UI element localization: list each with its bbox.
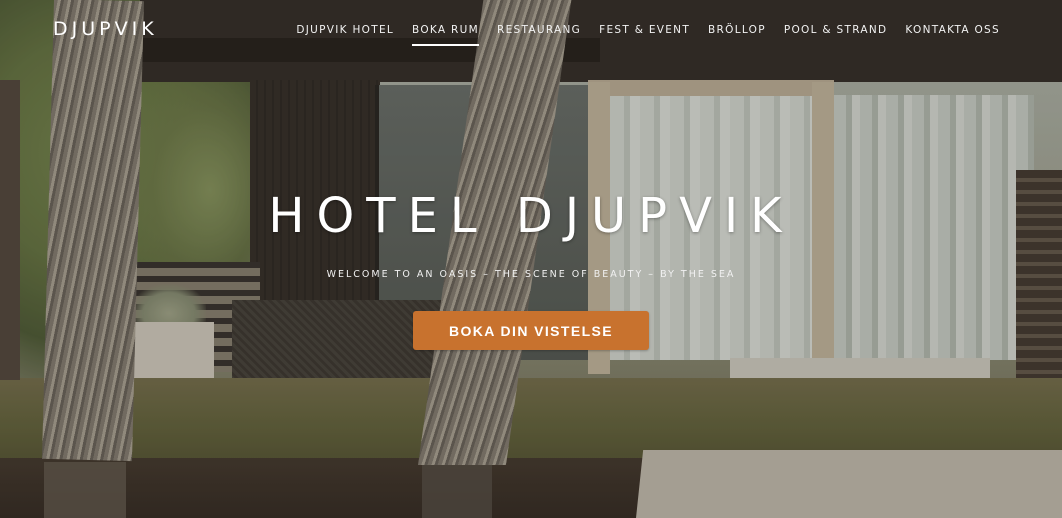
nav-item-restaurang[interactable]: RESTAURANG [497, 24, 581, 46]
hero-background-image [0, 0, 1062, 518]
nav-item-djupvik-hotel[interactable]: DJUPVIK HOTEL [296, 24, 394, 46]
nav-item-fest-event[interactable]: FEST & EVENT [599, 24, 690, 46]
nav-item-kontakta-oss[interactable]: KONTAKTA OSS [905, 24, 1000, 46]
hero-title: HOTEL DJUPVIK [268, 188, 794, 244]
main-menu: DJUPVIK HOTEL BOKA RUM RESTAURANG FEST &… [296, 24, 1000, 46]
site-logo[interactable]: DJUPVIK [53, 18, 158, 40]
top-navigation: DJUPVIK DJUPVIK HOTEL BOKA RUM RESTAURAN… [0, 0, 1062, 60]
book-stay-button[interactable]: BOKA DIN VISTELSE [413, 311, 649, 350]
hero-overlay [0, 0, 1062, 518]
nav-item-boka-rum[interactable]: BOKA RUM [412, 24, 479, 46]
hero-subtitle: WELCOME TO AN OASIS – THE SCENE OF BEAUT… [326, 269, 736, 280]
nav-item-brollop[interactable]: BRÖLLOP [708, 24, 766, 46]
nav-item-pool-strand[interactable]: POOL & STRAND [784, 24, 888, 46]
